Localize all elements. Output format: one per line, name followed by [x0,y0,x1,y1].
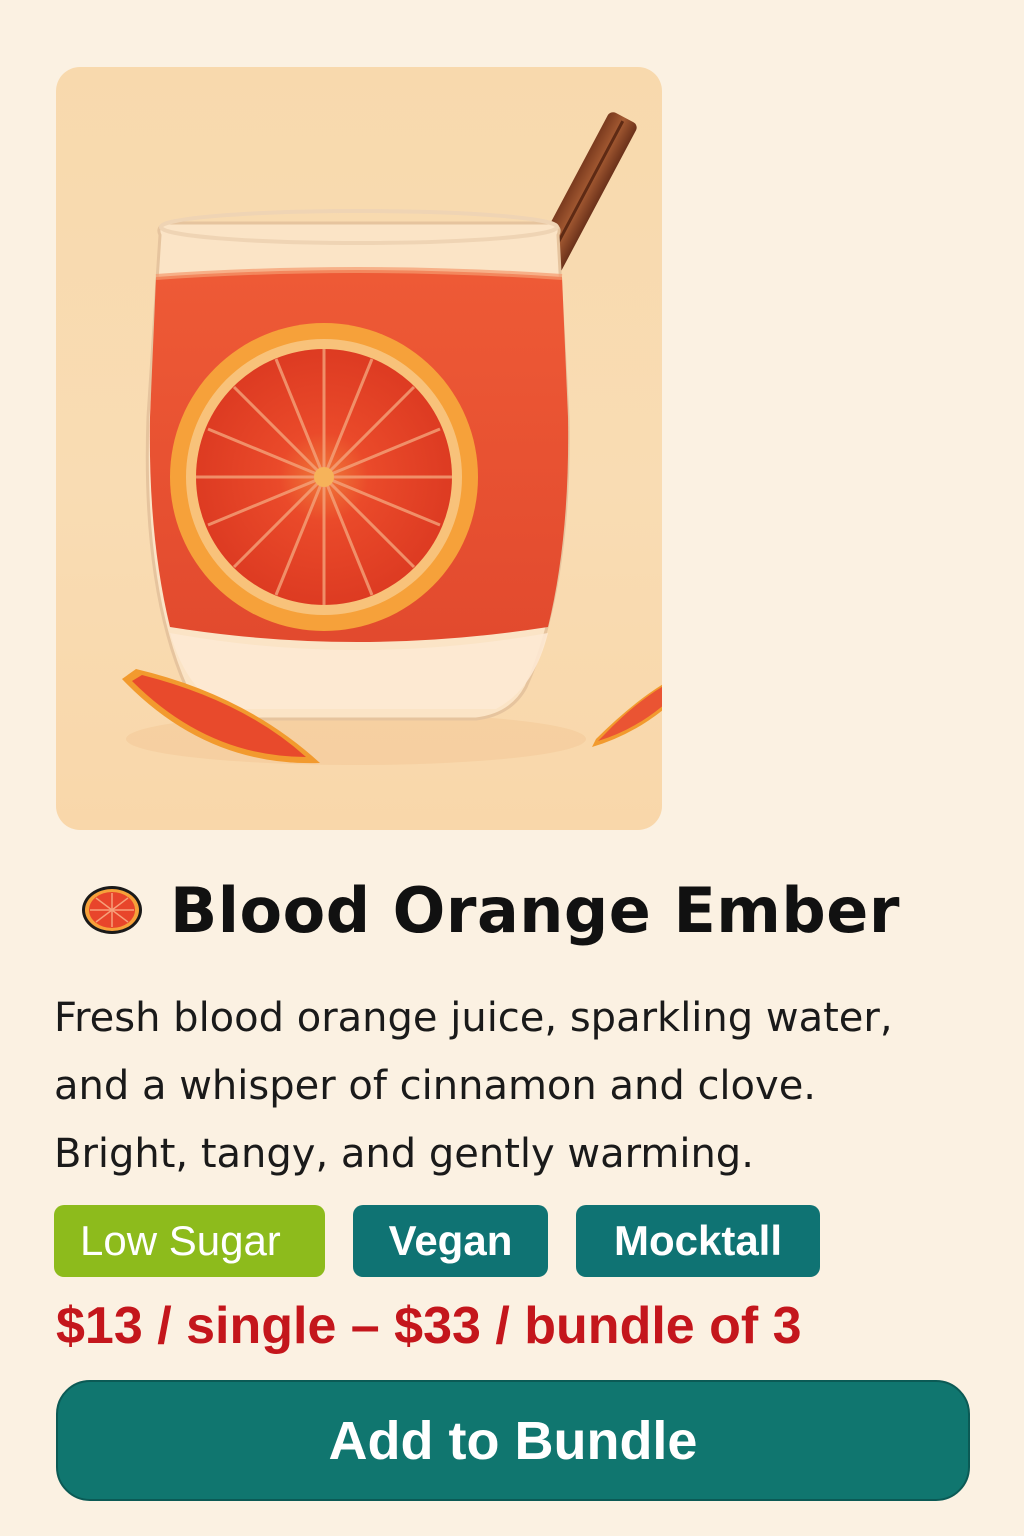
add-to-bundle-button[interactable]: Add to Bundle [56,1380,970,1501]
product-tags: Low Sugar Vegan Mocktall [54,1205,820,1277]
product-title-row: Blood Orange Ember [80,870,900,950]
product-price: $13 / single – $33 / bundle of 3 [56,1297,802,1355]
blood-orange-slice-icon [82,886,142,934]
description-line: Bright, tangy, and gently warming. [54,1131,754,1177]
description-line: Fresh blood orange juice, sparkling wate… [54,995,893,1041]
product-image [56,67,662,830]
product-title: Blood Orange Ember [170,873,900,947]
product-description: Fresh blood orange juice, sparkling wate… [54,984,1004,1188]
tag-mocktail: Mocktall [576,1205,820,1277]
description-line: and a whisper of cinnamon and clove. [54,1063,817,1109]
tag-low-sugar: Low Sugar [54,1205,325,1277]
tag-vegan: Vegan [353,1205,548,1277]
